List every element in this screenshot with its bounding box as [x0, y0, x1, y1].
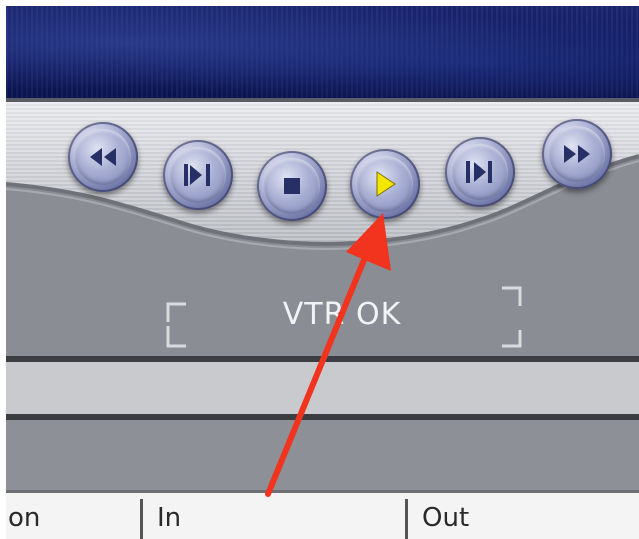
stop-button[interactable]: [257, 151, 327, 221]
next-edit-icon: [452, 144, 508, 200]
column-header-duration[interactable]: on: [6, 493, 142, 539]
vtr-transport-window: VTR OK on In Out: [6, 6, 639, 539]
stop-icon: [264, 158, 320, 214]
column-header-out[interactable]: Out: [408, 493, 639, 539]
vtr-status-text: VTR OK: [282, 296, 402, 332]
play-icon: [357, 156, 413, 212]
column-header-row: on In Out: [6, 490, 639, 539]
timecode-bar: [6, 362, 639, 416]
fast-forward-button[interactable]: [542, 119, 612, 189]
vtr-status-display: VTR OK: [166, 280, 518, 348]
info-bar: [6, 420, 639, 490]
transport-panel: VTR OK on In Out: [6, 6, 639, 539]
next-edit-button[interactable]: [445, 137, 515, 207]
previous-edit-button[interactable]: [163, 140, 233, 210]
play-button[interactable]: [350, 149, 420, 219]
rewind-button[interactable]: [68, 122, 138, 192]
column-header-in[interactable]: In: [143, 493, 405, 539]
fast-forward-icon: [549, 126, 605, 182]
rewind-icon: [75, 129, 131, 185]
previous-edit-icon: [170, 147, 226, 203]
